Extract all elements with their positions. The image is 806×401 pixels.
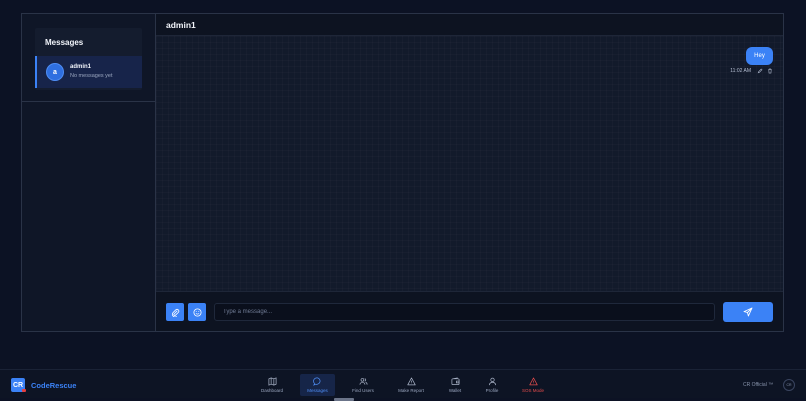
nav-label: SOS Mode [521,388,544,393]
users-icon [359,378,367,385]
conversation-name: admin1 [70,64,92,70]
message-composer [156,291,783,331]
nav-profile[interactable]: Profile [482,374,502,396]
conversation-preview: No messages yet [70,73,113,79]
brand-name[interactable]: CodeRescue [31,381,76,390]
chat-title: admin1 [166,20,196,30]
attach-button[interactable] [166,303,184,321]
paperclip-icon [171,308,179,317]
message-time: 11:02 AM [730,68,751,74]
chat-header: admin1 [156,14,783,36]
warning-triangle-icon [406,377,416,386]
nav-label: Make Report [398,388,424,393]
map-icon [268,377,276,386]
nav-label: Find Users [352,388,374,393]
official-badge[interactable]: CR [783,379,795,391]
nav-label: Wallet [448,388,462,393]
nav-wallet[interactable]: Wallet [445,374,465,396]
nav-find-users[interactable]: Find Users [348,374,378,396]
nav-label: Dashboard [260,388,283,393]
message-input[interactable] [214,303,715,321]
chat-messages-area[interactable]: Hey 11:02 AM [156,36,783,291]
nav-label: Messages [307,388,328,393]
official-label: CR Official ™ [743,382,774,388]
emoji-button[interactable] [188,303,206,321]
edit-icon[interactable] [757,68,763,74]
conversation-item-admin1[interactable]: a admin1 No messages yet [35,56,142,88]
wallet-icon [451,377,459,386]
chat-bubble-icon [313,377,321,386]
nav-make-report[interactable]: Make Report [395,374,427,396]
user-icon [488,377,496,386]
send-icon [743,307,753,317]
conversation-sidebar: Messages a admin1 No messages yet [22,14,156,331]
message-bubble: Hey [746,47,773,65]
nav-label: Profile [485,388,499,393]
alert-triangle-icon [528,377,538,386]
bottom-navbar: CR CodeRescue Dashboard Messages Find Us… [0,369,806,398]
messages-title: Messages [45,38,84,47]
nav-dashboard[interactable]: Dashboard [256,374,288,396]
smile-icon [192,307,202,317]
chat-panel: admin1 Hey 11:02 AM [156,14,783,331]
send-button[interactable] [723,302,773,322]
sidebar-header-area: Messages a admin1 No messages yet [22,14,156,102]
messages-panel: Messages a admin1 No messages yet [35,28,142,90]
trash-icon[interactable] [767,68,773,74]
app-frame: Messages a admin1 No messages yet admin1… [21,13,784,332]
nav-messages[interactable]: Messages [300,374,335,396]
message-meta: 11:02 AM [730,68,773,74]
brand-logo-badge [22,389,26,392]
avatar: a [46,63,64,81]
nav-sos-mode[interactable]: SOS Mode [519,374,547,396]
